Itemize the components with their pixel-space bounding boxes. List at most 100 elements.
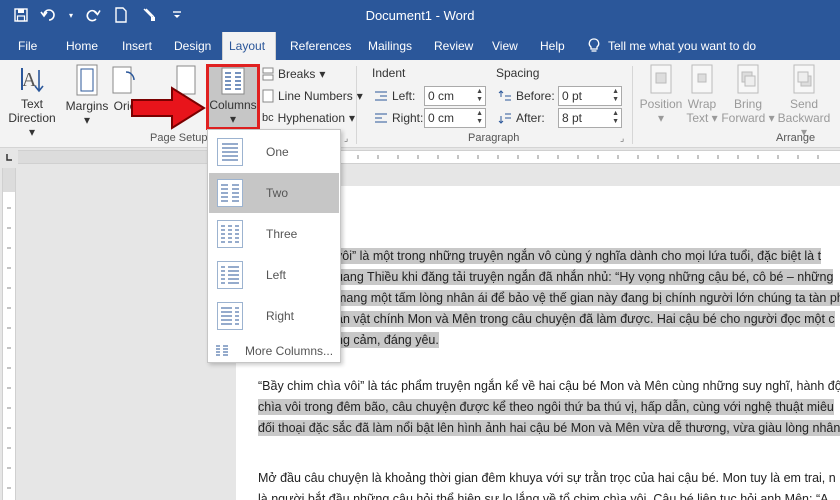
tab-insert[interactable]: Insert [116, 32, 158, 60]
send-backward-icon [793, 64, 815, 94]
spacing-before-input[interactable]: 0 pt ▲ ▼ [558, 86, 622, 106]
text-line-content: ng cảm, đáng yêu. [336, 332, 439, 348]
ruler-tab-selector[interactable] [0, 148, 18, 166]
margins-button[interactable]: Margins ▾ [64, 64, 110, 127]
margins-dropdown-icon: ▾ [83, 113, 91, 127]
indent-left-input[interactable]: 0 cm ▲ ▼ [424, 86, 486, 106]
indent-heading: Indent [372, 66, 406, 80]
indent-right-icon [375, 113, 387, 123]
page-setup-dialog-launcher-icon[interactable]: ⌟ [344, 133, 348, 144]
spacing-after-row: After: 8 pt ▲ ▼ [498, 108, 622, 128]
margins-label: Margins [65, 99, 109, 113]
bring-forward-label-1: Bring [733, 97, 762, 111]
indent-right-row: Right: 0 cm ▲ ▼ [374, 108, 486, 128]
indent-left-row: Left: 0 cm ▲ ▼ [374, 86, 486, 106]
paragraph-group-label: Paragraph [468, 132, 520, 144]
text-direction-button[interactable]: A Text Direction ▾ [4, 64, 60, 139]
indent-left-spinner-icon[interactable]: ▲ ▼ [476, 88, 483, 104]
spacing-after-icon [498, 113, 511, 124]
page-setup-group-label: Page Setup [150, 132, 208, 144]
paragraph-2[interactable]: “Bầy chim chìa vôi” là tác phẩm truyện n… [258, 376, 840, 439]
text-line: là người bắt đầu những câu hỏi thể hiện … [258, 489, 840, 500]
line-numbers-dropdown-icon: ▾ [356, 89, 363, 103]
text-line: chìa vôi trong đêm bão, câu chuyện được … [258, 397, 840, 418]
spacing-after-spinner-icon[interactable]: ▲ ▼ [612, 110, 619, 126]
tab-file[interactable]: File [12, 32, 43, 60]
svg-text:A: A [22, 69, 37, 91]
hyphenation-dropdown-icon: ▾ [349, 111, 356, 125]
spacing-before-icon [498, 90, 511, 101]
paragraph-3[interactable]: Mở đầu câu chuyện là khoảng thời gian đê… [258, 468, 840, 500]
columns-option-three-label: Three [266, 227, 298, 241]
spacing-after-label: After: [516, 111, 545, 125]
breaks-button[interactable]: Breaks ▾ [262, 64, 325, 84]
spacing-before-spinner-icon[interactable]: ▲ ▼ [612, 88, 619, 104]
breaks-dropdown-icon: ▾ [319, 67, 326, 81]
paragraph-selected[interactable]: vôi” là một trong những truyện ngắn vô c… [336, 246, 840, 351]
more-columns-label: More Columns... [245, 344, 334, 358]
more-columns-icon [216, 345, 228, 356]
breaks-icon [262, 67, 274, 81]
tab-home[interactable]: Home [60, 32, 104, 60]
breaks-label: Breaks [278, 67, 316, 81]
text-line-content: uang Thiều khi đăng tải truyện ngắn đã n… [336, 269, 834, 285]
text-line: ân vật chính Mon và Mên trong câu chuyện… [336, 309, 840, 330]
horizontal-ruler[interactable] [18, 150, 840, 164]
vertical-ruler[interactable] [2, 168, 16, 500]
spacing-before-row: Before: 0 pt ▲ ▼ [498, 86, 622, 106]
wrap-text-button[interactable]: Wrap Text ▾ [684, 64, 720, 125]
window-title: Document1 - Word [365, 8, 475, 23]
indent-right-value: 0 cm [428, 111, 455, 125]
columns-left-icon [217, 261, 243, 289]
columns-dropdown-menu: One Two Three Left Right More Columns... [207, 129, 341, 363]
tab-references[interactable]: References [284, 32, 357, 60]
title-bar: ▾ Document1 - Word [0, 0, 840, 32]
columns-three-icon [217, 220, 243, 248]
tab-mailings[interactable]: Mailings [362, 32, 418, 60]
hyphenation-label: Hyphenation [277, 111, 346, 125]
columns-option-two[interactable]: Two [209, 173, 339, 213]
ribbon-layout: A Text Direction ▾ Margins ▾ Orie Column… [0, 60, 840, 148]
text-direction-label-2-text: Direction [8, 111, 56, 125]
separator [632, 66, 633, 144]
indent-right-input[interactable]: 0 cm ▲ ▼ [424, 108, 486, 128]
position-icon [650, 64, 672, 94]
tab-review[interactable]: Review [428, 32, 479, 60]
wrap-text-icon [691, 64, 713, 94]
text-direction-icon: A [21, 68, 44, 93]
tab-layout[interactable]: Layout [222, 32, 276, 60]
indent-right-spinner-icon[interactable]: ▲ ▼ [476, 110, 483, 126]
tell-me-text: Tell me what you want to do [608, 39, 757, 53]
columns-option-three[interactable]: Three [209, 214, 339, 254]
text-direction-label-1: Text [20, 97, 43, 111]
text-line: ng cảm, đáng yêu. [336, 330, 840, 351]
text-line-content: mang một tấm lòng nhân ái để bảo vệ thế … [336, 290, 840, 306]
position-label: Position [639, 97, 683, 111]
position-dropdown-icon: ▾ [657, 111, 665, 125]
send-backward-button[interactable]: Send Backward ▾ [776, 64, 832, 139]
bring-forward-button[interactable]: Bring Forward ▾ [720, 64, 776, 125]
text-line: mang một tấm lòng nhân ái để bảo vệ thế … [336, 288, 840, 309]
tell-me-search[interactable]: Tell me what you want to do [588, 32, 756, 60]
columns-two-icon [217, 179, 243, 207]
tab-help[interactable]: Help [534, 32, 571, 60]
tab-design[interactable]: Design [168, 32, 217, 60]
line-numbers-icon [262, 89, 274, 103]
columns-option-left[interactable]: Left [209, 255, 339, 295]
text-line-content: “Bầy chim chìa vôi” là tác phẩm truyện n… [258, 379, 840, 393]
lightbulb-icon [588, 38, 600, 52]
position-button[interactable]: Position ▾ [638, 64, 684, 125]
red-arrow-icon [131, 86, 206, 130]
columns-option-right[interactable]: Right [209, 296, 339, 336]
line-numbers-button[interactable]: Line Numbers ▾ [262, 86, 363, 106]
tab-view[interactable]: View [486, 32, 524, 60]
more-columns-option[interactable]: More Columns... [209, 340, 339, 362]
hyphenation-button[interactable]: bc Hyphenation ▾ [262, 108, 355, 128]
line-numbers-label: Line Numbers [278, 89, 353, 103]
spacing-after-input[interactable]: 8 pt ▲ ▼ [558, 108, 622, 128]
columns-right-icon [217, 302, 243, 330]
text-line-content: đối thoại đặc sắc đã làm nổi bật lên hìn… [258, 420, 840, 436]
send-backward-label-2-text: Backward [777, 111, 831, 125]
columns-option-one[interactable]: One [209, 132, 339, 172]
paragraph-dialog-launcher-icon[interactable]: ⌟ [620, 133, 624, 144]
